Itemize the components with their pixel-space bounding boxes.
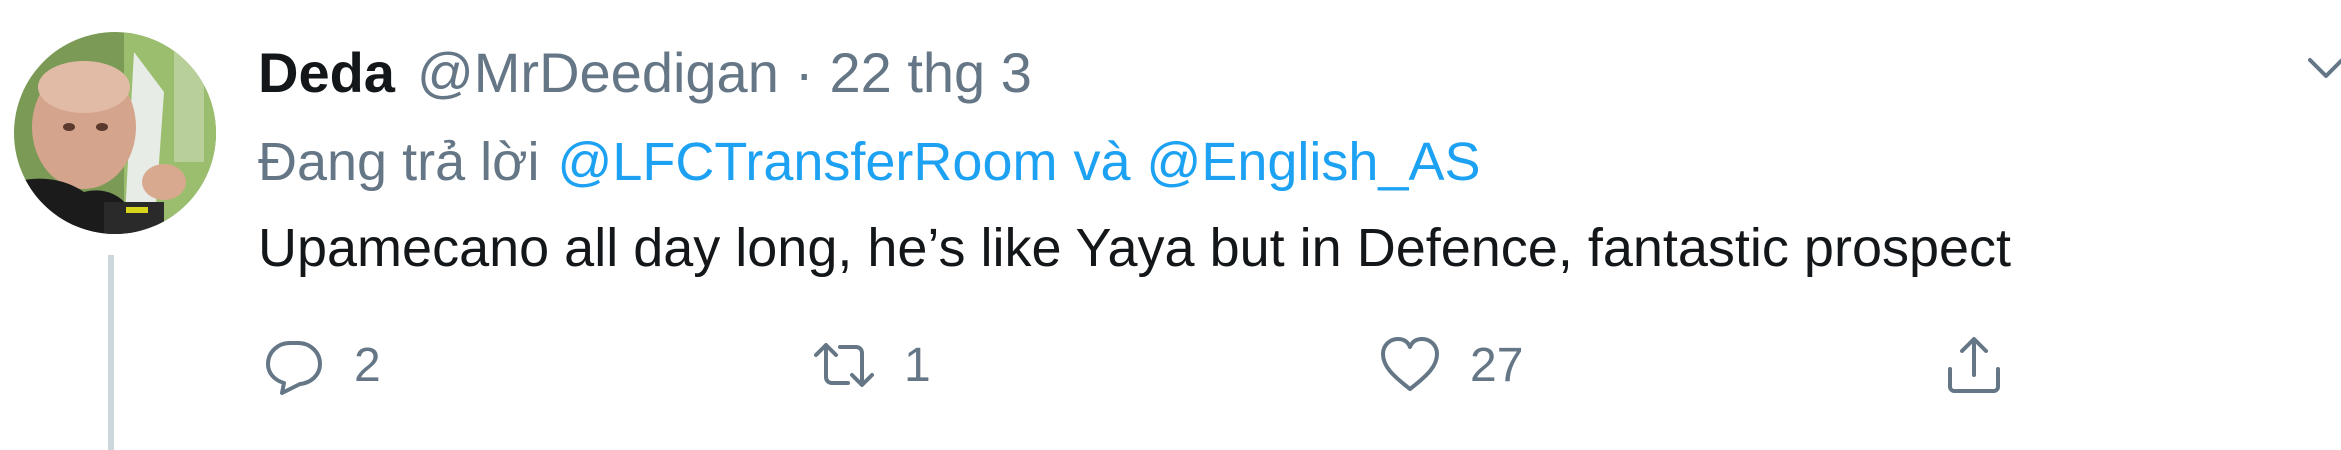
like-count: 27	[1470, 338, 1524, 392]
user-handle[interactable]: @MrDeedigan	[417, 40, 779, 105]
share-button[interactable]	[1942, 330, 2006, 400]
share-upload-icon	[1948, 337, 2000, 393]
replying-to-label: Đang trả lời	[258, 132, 540, 192]
tweet-timestamp[interactable]: 22 thg 3	[830, 40, 1032, 105]
tweet-header: Deda @MrDeedigan · 22 thg 3	[258, 34, 1032, 110]
replying-to-conjunction: và	[1073, 132, 1131, 192]
avatar-photo	[14, 32, 216, 234]
thread-line	[108, 255, 114, 450]
tweet-menu-button[interactable]	[2306, 48, 2341, 88]
display-name[interactable]: Deda	[258, 40, 395, 105]
reply-button[interactable]: 2	[262, 330, 381, 400]
speech-bubble-icon	[266, 341, 322, 395]
retweet-arrows-icon	[814, 343, 874, 387]
avatar[interactable]	[14, 32, 216, 234]
retweet-count: 1	[904, 338, 931, 392]
header-separator: ·	[794, 40, 814, 104]
mention-link[interactable]: @LFCTransferRoom	[558, 131, 1058, 193]
chevron-down-icon	[2308, 58, 2341, 78]
reply-count: 2	[354, 338, 381, 392]
replying-to: Đang trả lời @LFCTransferRoom và @Englis…	[258, 124, 1481, 200]
mention-link[interactable]: @English_AS	[1147, 131, 1481, 193]
tweet-text: Upamecano all day long, he’s like Yaya b…	[258, 218, 2012, 278]
like-button[interactable]: 27	[1378, 330, 1523, 400]
retweet-button[interactable]: 1	[812, 330, 931, 400]
heart-icon	[1381, 337, 1439, 391]
